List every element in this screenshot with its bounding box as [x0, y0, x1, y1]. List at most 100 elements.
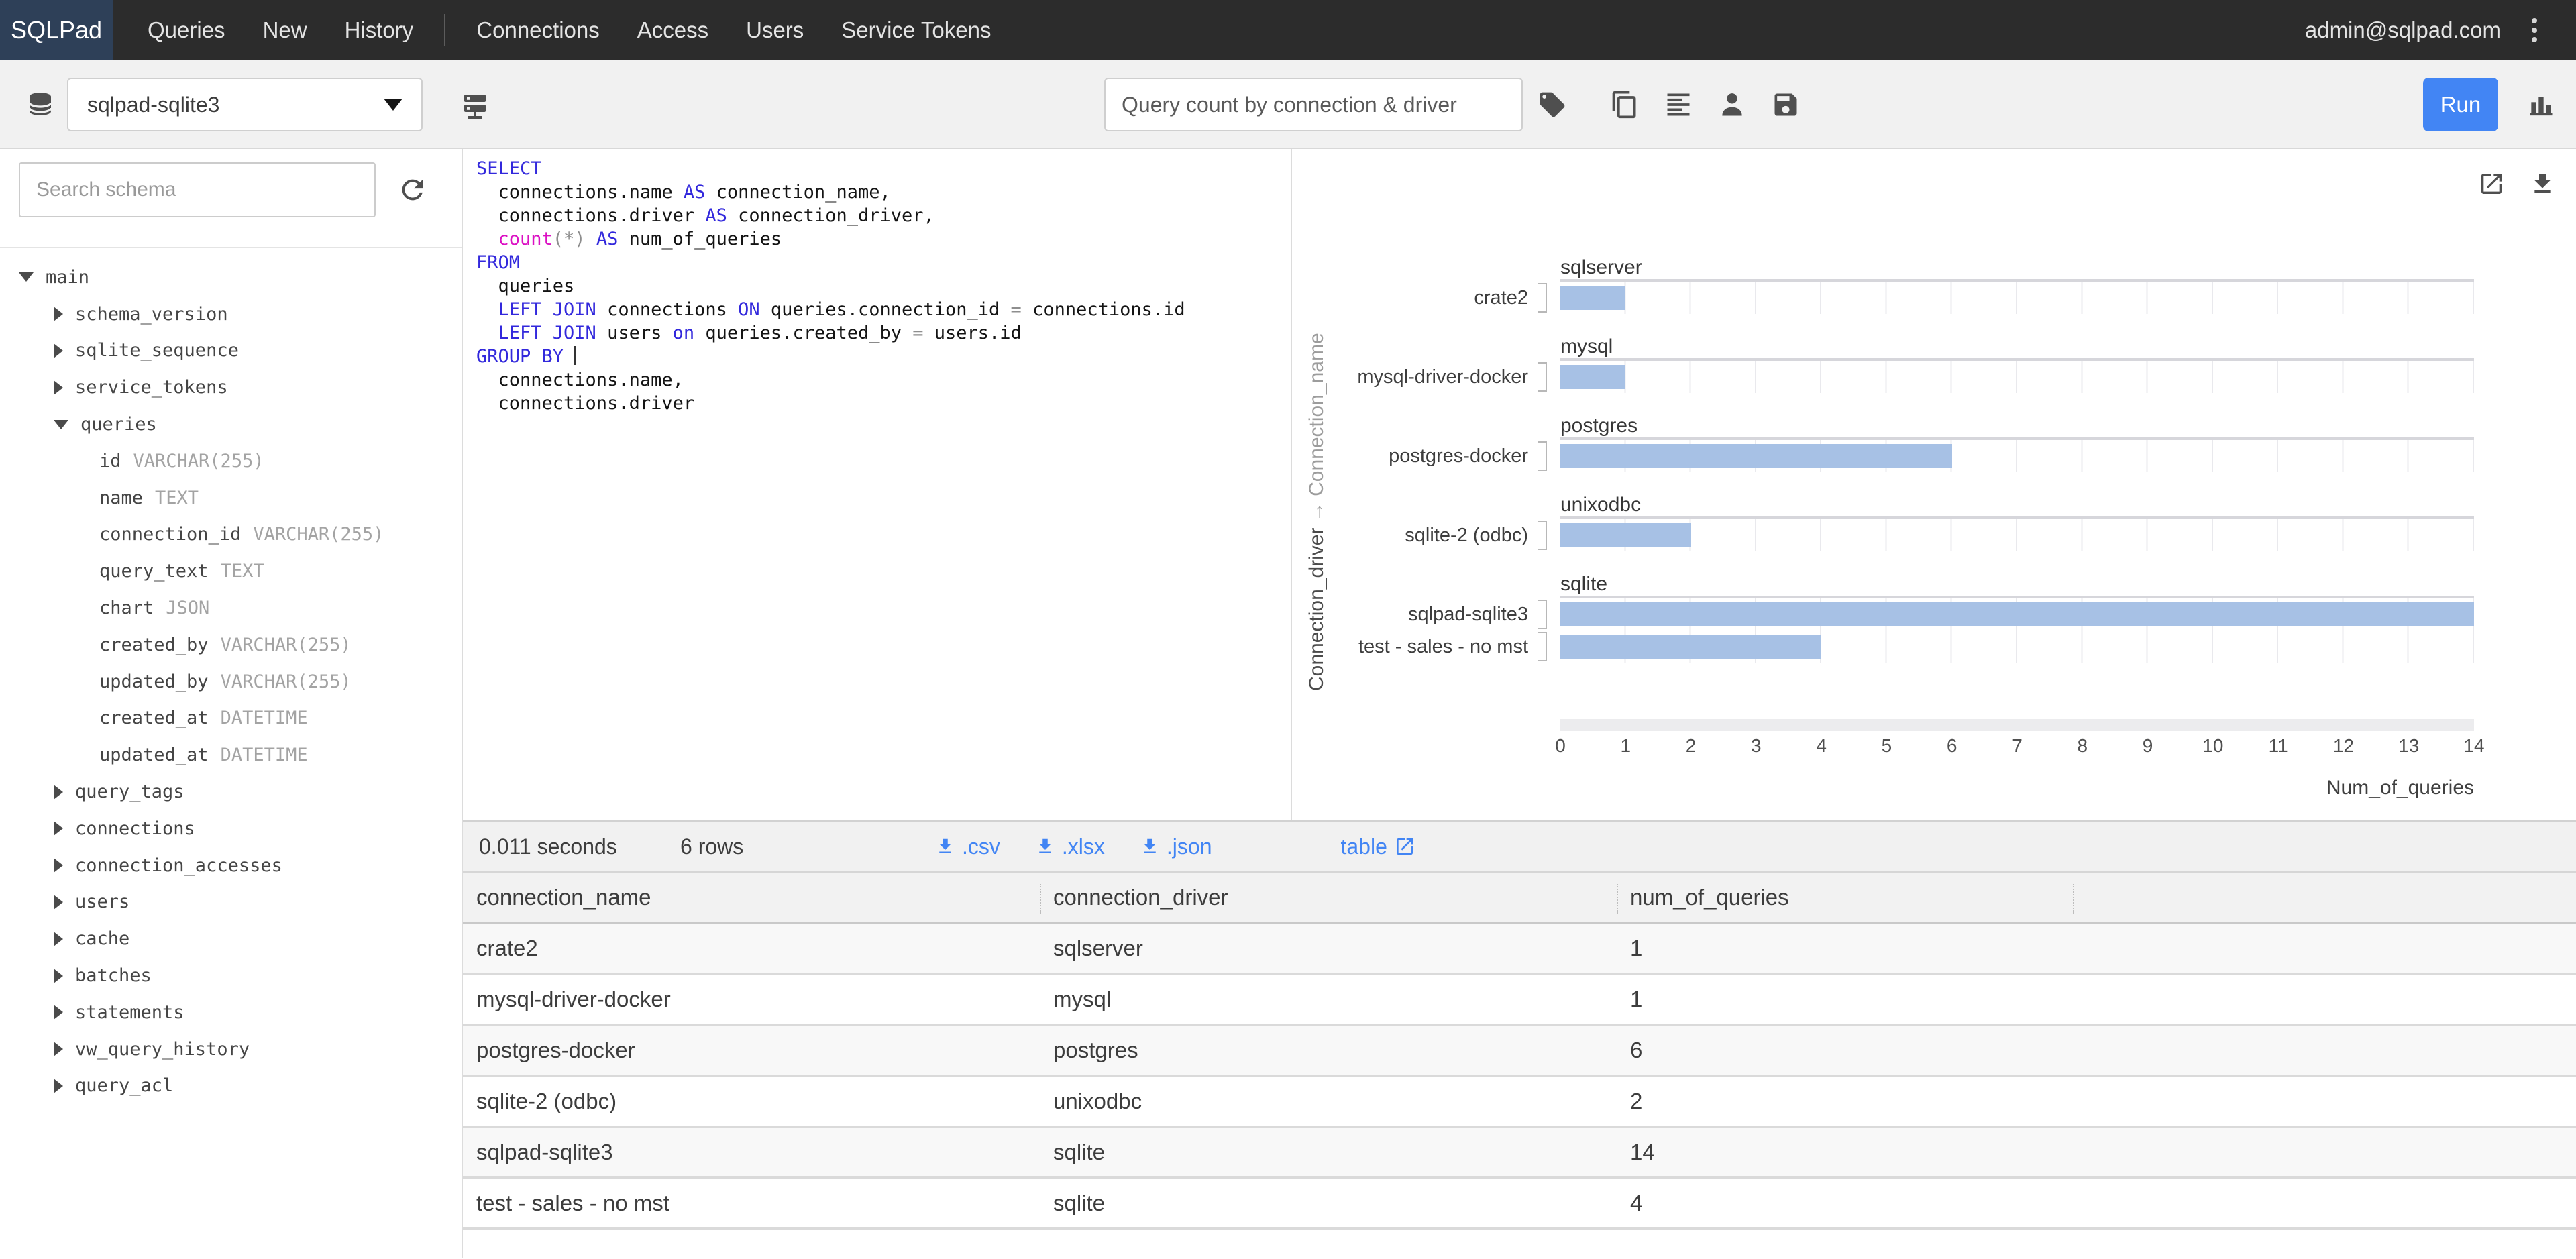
tree-node[interactable]: sqlite_sequence [0, 333, 452, 370]
y-tick-bracket [1538, 600, 1547, 629]
tree-column[interactable]: created_atDATETIME [0, 700, 452, 737]
tree-column[interactable]: id VARCHAR(255) [0, 443, 452, 480]
tree-label: id [99, 451, 121, 472]
sql-token: GROUP BY [476, 346, 564, 367]
tree-node[interactable]: main [0, 259, 452, 296]
table-row[interactable]: sqlite-2 (odbc)unixodbc2 [463, 1077, 2576, 1128]
x-tick-label: 2 [1664, 735, 1718, 757]
sql-token [476, 323, 498, 343]
tree-column[interactable]: query_textTEXT [0, 553, 452, 590]
tree-node[interactable]: batches [0, 957, 452, 994]
x-tick-label: 13 [2382, 735, 2436, 757]
tree-column[interactable]: nameTEXT [0, 480, 452, 516]
tree-node[interactable]: query_acl [0, 1068, 452, 1105]
open-chart-new-window-icon[interactable] [2478, 170, 2505, 197]
tree-column[interactable]: updated_atDATETIME [0, 736, 452, 773]
text-cursor [574, 346, 576, 365]
table-row[interactable]: crate2sqlserver1 [463, 924, 2576, 975]
sql-token [564, 346, 574, 367]
tree-column[interactable]: chartJSON [0, 590, 452, 626]
results-toolbar: 0.011 seconds 6 rows .csv .xlsx .json ta… [463, 822, 2576, 873]
download-chart-icon[interactable] [2529, 170, 2556, 197]
tree-label: query_acl [75, 1075, 173, 1096]
nav-item-queries[interactable]: Queries [129, 17, 244, 43]
x-axis-strip[interactable] [1560, 719, 2474, 731]
chart-toggle-icon[interactable] [2526, 90, 2556, 119]
database-icon [24, 90, 56, 122]
tag-icon[interactable] [1538, 90, 1567, 119]
x-tick-label: 14 [2447, 735, 2501, 757]
tree-node[interactable]: query_tags [0, 773, 452, 810]
sql-line: LEFT JOIN connections ON queries.connect… [476, 298, 1291, 321]
run-button[interactable]: Run [2423, 78, 2498, 131]
download-icon [1035, 836, 1055, 857]
nav-item-users[interactable]: Users [727, 17, 822, 43]
nav-item-service-tokens[interactable]: Service Tokens [822, 17, 1010, 43]
schema-tree: mainschema_versionsqlite_sequenceservice… [0, 259, 452, 1104]
refresh-icon[interactable] [397, 174, 428, 205]
user-sharing-icon[interactable] [1717, 90, 1747, 119]
nav-item-connections[interactable]: Connections [458, 17, 618, 43]
bar [1560, 523, 1691, 547]
facet-plot-band [1560, 361, 2474, 393]
tree-node[interactable]: connections [0, 810, 452, 847]
tree-node[interactable]: queries [0, 406, 452, 443]
copy-icon[interactable] [1610, 90, 1640, 119]
tree-column[interactable]: created_byVARCHAR(255) [0, 626, 452, 663]
connection-select[interactable]: sqlpad-sqlite3 [67, 78, 423, 131]
x-tick-label: 7 [1990, 735, 2044, 757]
search-input[interactable] [19, 162, 376, 217]
sql-line: connections.driver AS connection_driver, [476, 204, 1291, 227]
connections-manager-icon[interactable] [459, 90, 491, 122]
tree-node[interactable]: cache [0, 920, 452, 957]
tree-node[interactable]: vw_query_history [0, 1031, 452, 1068]
kebab-menu-icon[interactable] [2520, 13, 2549, 48]
open-in-new-icon [1394, 836, 1415, 857]
column-resize-handle[interactable] [1617, 884, 1618, 914]
export-xlsx-link[interactable]: .xlsx [1035, 834, 1105, 859]
tree-column[interactable]: updated_byVARCHAR(255) [0, 663, 452, 700]
x-tick-label: 5 [1860, 735, 1913, 757]
sql-line: count(*) AS num_of_queries [476, 227, 1291, 251]
column-header[interactable]: connection_name [463, 885, 1040, 910]
tree-node[interactable]: connection_accesses [0, 847, 452, 884]
format-sql-icon[interactable] [1664, 90, 1693, 119]
table-cell: 1 [1617, 987, 2073, 1012]
tree-node[interactable]: service_tokens [0, 369, 452, 406]
brand-logo[interactable]: SQLPad [0, 0, 113, 60]
connection-select-value: sqlpad-sqlite3 [87, 93, 384, 117]
column-type: VARCHAR(255) [133, 451, 264, 472]
column-type: VARCHAR(255) [221, 635, 352, 655]
caret-right-icon [54, 969, 63, 983]
tree-column[interactable]: connection_idVARCHAR(255) [0, 516, 452, 553]
caret-right-icon [54, 785, 63, 800]
table-row[interactable]: test - sales - no mstsqlite4 [463, 1179, 2576, 1230]
table-cell: sqlite [1040, 1191, 1617, 1216]
table-row[interactable]: postgres-dockerpostgres6 [463, 1026, 2576, 1077]
column-header[interactable]: connection_driver [1040, 885, 1617, 910]
column-header[interactable]: num_of_queries [1617, 885, 2073, 910]
export-csv-link[interactable]: .csv [935, 834, 1000, 859]
open-table-link[interactable]: table [1340, 834, 1415, 859]
table-cell: test - sales - no mst [463, 1191, 1040, 1216]
nav-item-history[interactable]: History [326, 17, 433, 43]
column-resize-handle[interactable] [1040, 884, 1041, 914]
tree-node[interactable]: schema_version [0, 296, 452, 333]
tree-label: name [99, 488, 143, 508]
table-row[interactable]: sqlpad-sqlite3sqlite14 [463, 1128, 2576, 1179]
tree-node[interactable]: users [0, 884, 452, 921]
nav-item-access[interactable]: Access [619, 17, 727, 43]
sql-token [476, 229, 498, 250]
table-row[interactable]: mysql-driver-dockermysql1 [463, 975, 2576, 1026]
x-tick-label: 11 [2251, 735, 2305, 757]
nav-item-new[interactable]: New [244, 17, 326, 43]
sql-line: queries [476, 274, 1291, 298]
column-resize-handle[interactable] [2073, 884, 2074, 914]
query-name-input[interactable] [1104, 78, 1523, 131]
facet-group-label: mysql [1560, 335, 1613, 358]
sql-token: AS [596, 229, 619, 250]
save-icon[interactable] [1771, 90, 1801, 119]
tree-node[interactable]: statements [0, 994, 452, 1031]
export-json-link[interactable]: .json [1140, 834, 1212, 859]
sql-editor[interactable]: SELECT connections.name AS connection_na… [463, 149, 1291, 820]
